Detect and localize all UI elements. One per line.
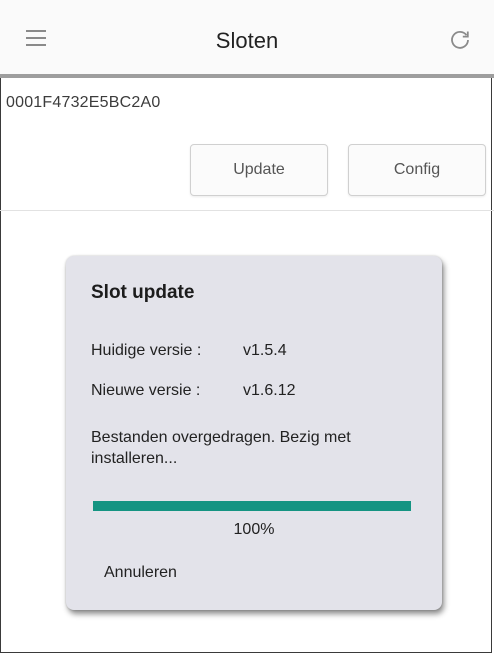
dialog-title: Slot update: [91, 282, 195, 303]
new-version-label: Nieuwe versie :: [91, 382, 201, 399]
config-button[interactable]: Config: [348, 144, 486, 196]
new-version-row: Nieuwe versie : v1.6.12: [91, 382, 295, 400]
status-message: Bestanden overgedragen. Bezig met instal…: [91, 429, 351, 467]
divider: [0, 210, 494, 211]
update-button[interactable]: Update: [190, 144, 328, 196]
current-version-value: v1.5.4: [243, 342, 287, 359]
app-bar: Sloten: [0, 0, 494, 78]
progress-bar-fill: [93, 501, 411, 511]
cancel-button[interactable]: Annuleren: [104, 564, 177, 582]
current-version-row: Huidige versie : v1.5.4: [91, 342, 287, 360]
progress-bar: [93, 501, 411, 511]
update-dialog: Slot update Huidige versie : v1.5.4 Nieu…: [66, 256, 442, 610]
page-title: Sloten: [215, 28, 279, 53]
new-version-value: v1.6.12: [243, 382, 296, 399]
current-version-label: Huidige versie :: [91, 342, 202, 359]
refresh-icon[interactable]: [448, 28, 472, 52]
device-id: 0001F4732E5BC2A0: [6, 94, 161, 111]
progress-percent: 100%: [233, 521, 275, 538]
